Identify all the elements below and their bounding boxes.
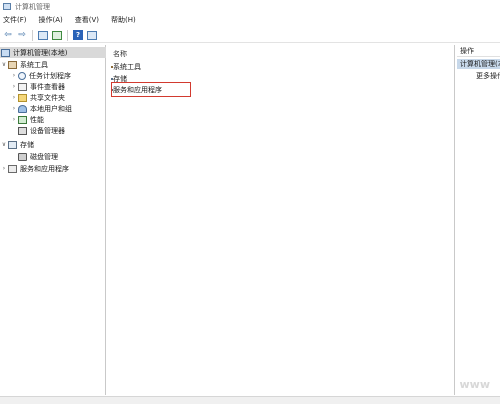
chevron-down-icon[interactable]: ∨ [0,141,8,148]
disk-icon [18,152,27,161]
more-actions-link[interactable]: 更多操作 [457,71,500,81]
tree-item-label: 性能 [30,115,44,124]
event-log-icon [18,82,27,91]
tree-item-disk-management[interactable]: 磁盘管理 [10,151,58,162]
tree-item-event-viewer[interactable]: › 事件查看器 [10,81,65,92]
tree-item-label: 存储 [20,140,34,149]
actions-pane: 操作 计算机管理(本地) 更多操作 [457,45,500,395]
toolbar-separator [67,29,68,41]
tree-item-label: 本地用户和组 [30,104,72,113]
highlight-annotation [111,82,191,97]
tree-item-label: 服务和应用程序 [20,164,69,173]
toolbar: ⇦ ⇨ ? [0,28,500,43]
properties-icon[interactable] [86,29,98,41]
help-icon[interactable]: ? [72,29,84,41]
toolbar-separator [32,29,33,41]
list-item-label: 系统工具 [113,62,141,71]
tree-item-task-scheduler[interactable]: › 任务计划程序 [10,70,71,81]
services-icon [8,164,17,173]
users-icon [18,104,27,113]
actions-section-title[interactable]: 计算机管理(本地) [457,59,500,69]
tree-item-root[interactable]: 计算机管理(本地) [0,47,106,58]
actions-header: 操作 [457,45,500,57]
chevron-right-icon[interactable]: › [10,72,18,79]
storage-icon [8,140,17,149]
column-header-name[interactable]: 名称 [113,49,127,59]
chevron-right-icon[interactable]: › [10,94,18,101]
results-pane: 名称 系统工具 存储 服务和应用程序 [108,45,455,395]
computer-management-icon [3,3,11,10]
menu-action[interactable]: 操作(A) [39,15,63,25]
tree-item-label: 共享文件夹 [30,93,65,102]
menu-file[interactable]: 文件(F) [3,15,27,25]
menu-help[interactable]: 帮助(H) [111,15,136,25]
chevron-right-icon[interactable]: › [10,116,18,123]
list-item[interactable]: 系统工具 [111,61,141,72]
console-tree: 计算机管理(本地) ∨ 系统工具 › 任务计划程序 › 事件查看器 › 共享文件… [0,45,106,395]
performance-icon [18,115,27,124]
menu-view[interactable]: 查看(V) [75,15,99,25]
chevron-right-icon[interactable]: › [10,105,18,112]
watermark: www [459,378,491,391]
window-title: 计算机管理 [15,2,50,11]
back-arrow-icon[interactable]: ⇦ [2,29,14,41]
chevron-right-icon[interactable]: › [0,165,8,172]
tree-item-system-tools[interactable]: ∨ 系统工具 [0,59,48,70]
tree-item-shared-folders[interactable]: › 共享文件夹 [10,92,65,103]
clock-icon [18,71,26,80]
menu-bar: 文件(F) 操作(A) 查看(V) 帮助(H) [0,14,500,26]
computer-icon [1,48,10,57]
tree-item-label: 计算机管理(本地) [13,48,68,57]
chevron-right-icon[interactable]: › [10,83,18,90]
tree-item-device-manager[interactable]: 设备管理器 [10,125,65,136]
title-bar: 计算机管理 [0,0,500,13]
tree-item-storage[interactable]: ∨ 存储 [0,139,34,150]
show-hide-tree-icon[interactable] [37,29,49,41]
folder-icon [18,93,27,102]
tree-item-local-users[interactable]: › 本地用户和组 [10,103,72,114]
tree-item-label: 事件查看器 [30,82,65,91]
tree-item-services-apps[interactable]: › 服务和应用程序 [0,163,69,174]
tree-item-label: 系统工具 [20,60,48,69]
status-bar [0,396,500,404]
chevron-down-icon[interactable]: ∨ [0,61,8,68]
tree-item-label: 任务计划程序 [29,71,71,80]
tree-item-label: 设备管理器 [30,126,65,135]
tree-item-label: 磁盘管理 [30,152,58,161]
forward-arrow-icon[interactable]: ⇨ [16,29,28,41]
tools-icon [8,60,17,69]
tree-item-performance[interactable]: › 性能 [10,114,44,125]
export-list-icon[interactable] [51,29,63,41]
device-manager-icon [18,126,27,135]
